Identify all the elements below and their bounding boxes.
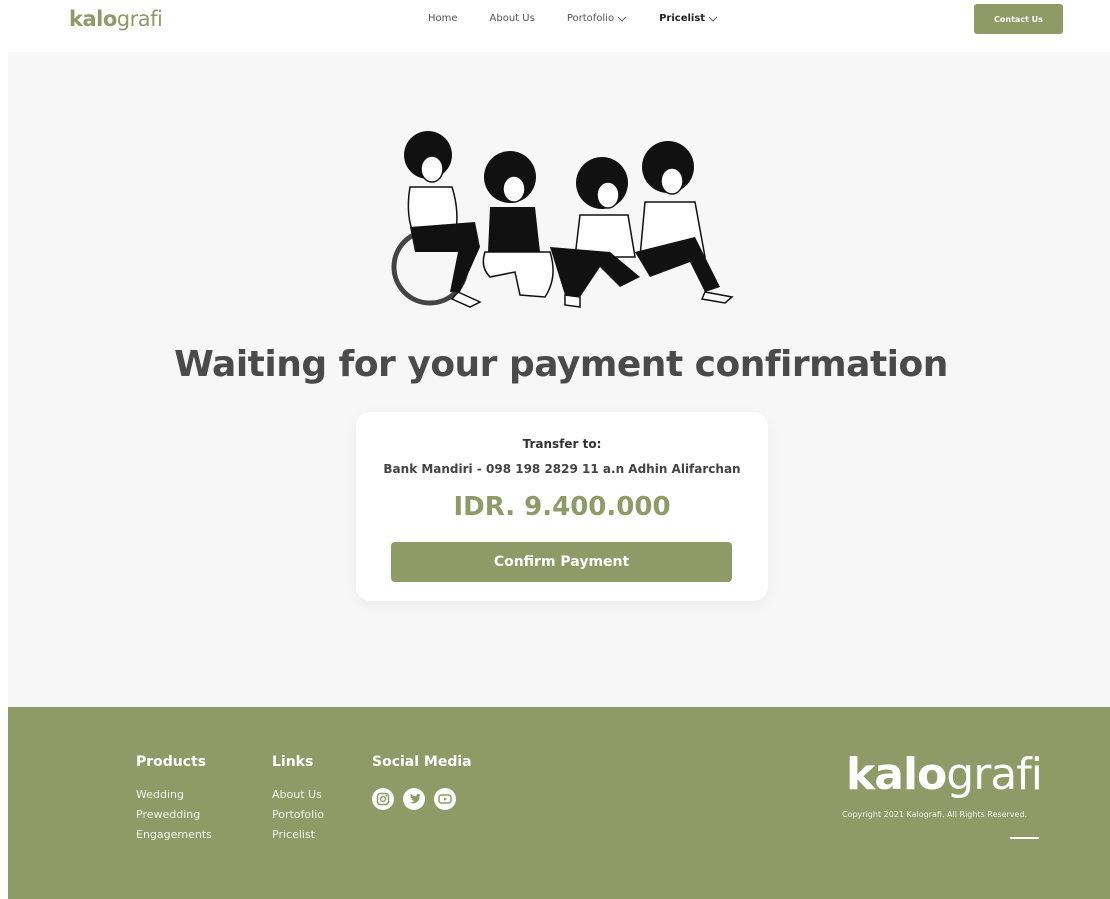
nav-about-us[interactable]: About Us: [490, 13, 535, 24]
payment-waiting-section: Waiting for your payment confirmation Tr…: [8, 52, 1110, 707]
chevron-down-icon: [617, 16, 627, 22]
footer-link-about-us[interactable]: About Us: [272, 788, 324, 801]
page-title: Waiting for your payment confirmation: [174, 344, 948, 385]
confirm-payment-button[interactable]: Confirm Payment: [391, 542, 732, 582]
footer-logo-bold-text: kalo: [846, 749, 947, 800]
top-navbar: kalografi Home About Us Portofolio Price…: [0, 0, 1110, 52]
footer-link-prewedding[interactable]: Prewedding: [136, 808, 212, 821]
footer-products-title: Products: [136, 754, 207, 770]
nav-portofolio[interactable]: Portofolio: [567, 13, 627, 24]
main-nav: Home About Us Portofolio Pricelist: [428, 13, 750, 24]
nav-home-label: Home: [428, 13, 458, 24]
twitter-icon[interactable]: [403, 788, 425, 810]
site-footer: Products Wedding Prewedding Engagements …: [8, 707, 1110, 899]
nav-pricelist[interactable]: Pricelist: [659, 13, 718, 24]
nav-pricelist-label: Pricelist: [659, 13, 706, 24]
nav-home[interactable]: Home: [428, 13, 458, 24]
logo-bold-text: kalo: [69, 7, 117, 31]
footer-link-pricelist[interactable]: Pricelist: [272, 828, 324, 841]
social-icons: [372, 788, 472, 810]
chevron-down-icon: [708, 16, 718, 22]
footer-links-column: Links About Us Portofolio Pricelist: [272, 754, 324, 848]
contact-us-button[interactable]: Contact Us: [974, 4, 1063, 34]
transfer-label: Transfer to:: [522, 437, 602, 451]
footer-divider: [1010, 837, 1039, 839]
payment-amount: IDR. 9.400.000: [453, 492, 671, 522]
footer-link-wedding[interactable]: Wedding: [136, 788, 212, 801]
footer-logo-light-text: grafi: [946, 749, 1043, 800]
footer-link-engagements[interactable]: Engagements: [136, 828, 212, 841]
footer-social-column: Social Media: [372, 754, 472, 810]
youtube-icon[interactable]: [434, 788, 456, 810]
brand-logo[interactable]: kalografi: [69, 7, 163, 31]
instagram-icon[interactable]: [372, 788, 394, 810]
nav-about-label: About Us: [489, 13, 535, 24]
footer-products-column: Products Wedding Prewedding Engagements: [136, 754, 212, 848]
footer-social-title: Social Media: [372, 754, 472, 770]
bank-account-info: Bank Mandiri - 098 198 2829 11 a.n Adhin…: [383, 462, 741, 476]
footer-links-title: Links: [272, 754, 314, 770]
footer-link-portofolio[interactable]: Portofolio: [272, 808, 324, 821]
copyright-text: Copyright 2021 Kalografi. All Rights Res…: [842, 810, 1028, 819]
people-illustration: [391, 131, 734, 308]
footer-brand-logo: kalografi: [846, 749, 1043, 800]
nav-portofolio-label: Portofolio: [566, 13, 615, 24]
logo-light-text: grafi: [116, 7, 163, 31]
payment-card: Transfer to: Bank Mandiri - 098 198 2829…: [356, 412, 768, 601]
